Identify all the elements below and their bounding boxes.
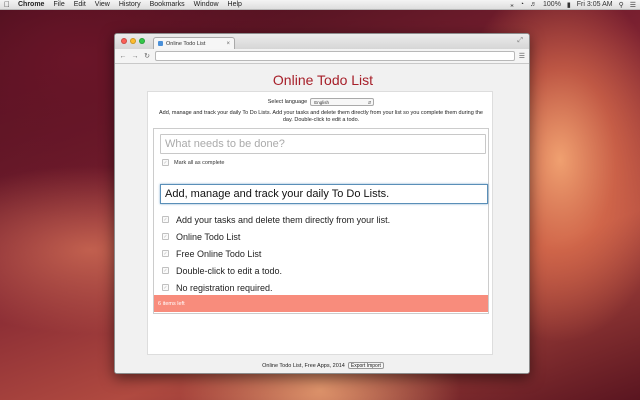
todo-checkbox[interactable]: ✓ <box>162 216 169 223</box>
select-arrows-icon: ⇵ <box>367 99 372 105</box>
volume-icon[interactable]: ♬ <box>530 1 537 8</box>
battery-icon[interactable]: ▮ <box>567 1 571 9</box>
footer-text: Online Todo List, Free Apps, 2014 <box>262 362 345 369</box>
todo-list: ✓ Add your tasks and delete them directl… <box>162 211 482 296</box>
browser-tab[interactable]: Online Todo List × <box>153 37 235 49</box>
todo-item[interactable]: ✓ Double-click to edit a todo. <box>162 262 482 279</box>
language-label: Select language <box>267 99 308 105</box>
todo-text: No registration required. <box>176 282 273 293</box>
todo-checkbox[interactable]: ✓ <box>162 233 169 240</box>
todo-item[interactable]: ✓ Free Online Todo List <box>162 245 482 262</box>
menu-window[interactable]: Window <box>194 1 219 8</box>
page-content: Online Todo List Select language English… <box>115 64 529 373</box>
reload-icon[interactable]: ↻ <box>143 52 151 60</box>
import-label[interactable]: Import <box>367 363 381 369</box>
language-select[interactable]: English ⇵ <box>310 98 375 106</box>
forward-arrow-icon[interactable]: → <box>131 53 139 60</box>
export-label[interactable]: Export <box>351 363 365 369</box>
todo-text: Add your tasks and delete them directly … <box>176 214 391 225</box>
new-todo-input[interactable]: What needs to be done? <box>160 134 486 154</box>
language-value: English <box>314 99 329 105</box>
wifi-icon[interactable]: ◔ <box>520 1 524 8</box>
close-window-button[interactable] <box>121 38 127 44</box>
tab-favicon-icon <box>158 41 163 46</box>
todo-text: Double-click to edit a todo. <box>176 265 283 276</box>
todo-text: Free Online Todo List <box>176 248 262 259</box>
clock[interactable]: Fri 3:05 AM <box>577 1 613 8</box>
spotlight-search-icon[interactable]: ⚲ <box>619 1 624 9</box>
menu-bookmarks[interactable]: Bookmarks <box>150 1 185 8</box>
tab-close-icon[interactable]: × <box>226 41 230 47</box>
bluetooth-icon[interactable]: ⁎ <box>510 1 514 9</box>
todo-edit-input[interactable]: Add, manage and track your daily To Do L… <box>160 184 488 204</box>
minimize-window-button[interactable] <box>130 38 136 44</box>
mark-all-row: ✓ Mark all as complete <box>162 159 224 166</box>
menu-view[interactable]: View <box>95 1 110 8</box>
language-row: Select language English ⇵ <box>148 98 494 106</box>
menu-file[interactable]: File <box>53 1 64 8</box>
mark-all-label: Mark all as complete <box>174 159 225 166</box>
window-controls <box>121 38 145 44</box>
todo-item[interactable]: ✓ Online Todo List <box>162 228 482 245</box>
export-import-button[interactable]: Export Import <box>347 362 384 369</box>
browser-window: Online Todo List × ⤢ ← → ↻ ☰ Online Todo… <box>114 33 530 374</box>
todo-text: Online Todo List <box>176 231 241 242</box>
menu-history[interactable]: History <box>119 1 141 8</box>
tab-title: Online Todo List <box>166 40 206 47</box>
page-footer: Online Todo List, Free Apps, 2014 Export… <box>115 362 529 369</box>
items-left-bar: 6 items left <box>154 295 488 312</box>
mac-menu-bar:  Chrome File Edit View History Bookmark… <box>0 0 640 10</box>
menubar-status-area: ⁎ ◔ ♬ 100% ▮ Fri 3:05 AM ⚲ ☰ <box>510 1 636 9</box>
chrome-menu-icon[interactable]: ☰ <box>519 52 525 60</box>
todo-checkbox[interactable]: ✓ <box>162 250 169 257</box>
apple-icon[interactable]:  <box>4 0 10 9</box>
todo-panel: Select language English ⇵ Add, manage an… <box>147 91 493 355</box>
window-title-bar[interactable]: Online Todo List × ⤢ <box>115 34 529 49</box>
todo-checkbox[interactable]: ✓ <box>162 267 169 274</box>
todo-checkbox[interactable]: ✓ <box>162 284 169 291</box>
menu-edit[interactable]: Edit <box>74 1 86 8</box>
address-bar[interactable] <box>155 51 515 61</box>
todo-item[interactable]: ✓ Add your tasks and delete them directl… <box>162 211 482 228</box>
browser-toolbar: ← → ↻ ☰ <box>115 49 529 64</box>
menu-app-chrome[interactable]: Chrome <box>18 1 44 8</box>
battery-percent[interactable]: 100% <box>543 1 561 8</box>
back-arrow-icon[interactable]: ← <box>119 53 127 60</box>
maximize-window-button[interactable] <box>139 38 145 44</box>
mark-all-checkbox[interactable]: ✓ <box>162 159 169 166</box>
items-left-count: 6 items left <box>158 300 185 307</box>
todo-app: What needs to be done? ✓ Mark all as com… <box>153 128 489 314</box>
todo-item[interactable]: ✓ No registration required. <box>162 279 482 296</box>
menu-help[interactable]: Help <box>228 1 242 8</box>
notification-center-icon[interactable]: ☰ <box>630 1 636 9</box>
fullscreen-icon[interactable]: ⤢ <box>517 37 523 45</box>
intro-text: Add, manage and track your daily To Do L… <box>159 110 483 123</box>
page-title: Online Todo List <box>272 72 374 88</box>
